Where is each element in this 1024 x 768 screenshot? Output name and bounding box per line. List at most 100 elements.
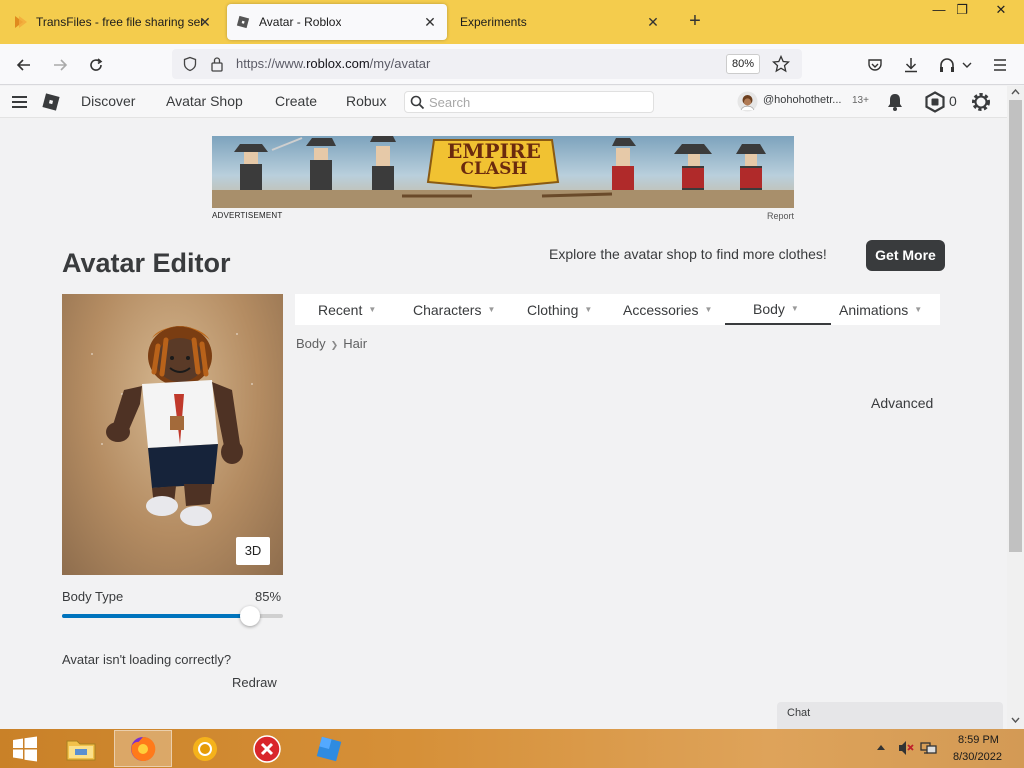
loading-help-text: Avatar isn't loading correctly? [62,652,232,667]
chevron-down-icon: ▼ [487,305,496,314]
chevron-down-icon: ▼ [584,305,593,314]
body-type-slider[interactable] [62,606,283,626]
extension-icon[interactable] [934,52,960,78]
tab-body[interactable]: Body ▼ [725,294,831,325]
firefox-icon[interactable] [114,730,172,767]
breadcrumb-body[interactable]: Body [296,336,326,351]
body-type-slider-fill [62,614,250,618]
window-close-icon[interactable]: ✕ [986,0,1016,22]
roblox-favicon-icon [236,15,250,29]
scroll-up-arrow-icon[interactable] [1011,89,1020,95]
avatar-thumbnail[interactable] [737,91,758,112]
bookmark-star-icon[interactable] [772,55,790,73]
chevron-down-icon[interactable] [958,52,976,78]
tray-expand-arrow-icon[interactable] [876,744,886,751]
tab-title: Avatar - Roblox [259,15,342,29]
url-text[interactable]: https://www.roblox.com/my/avatar [236,56,430,71]
tab-animations[interactable]: Animations ▼ [839,294,922,325]
side-menu-icon[interactable] [11,95,28,109]
avatar-figure [91,326,253,526]
chrome-canary-icon[interactable] [176,730,234,767]
robux-icon[interactable] [924,91,946,113]
nav-avatar-shop[interactable]: Avatar Shop [166,93,243,109]
tab-accessories[interactable]: Accessories ▼ [623,294,712,325]
tab-label: Accessories [623,301,699,318]
search-input[interactable] [429,94,649,110]
download-icon[interactable] [898,52,924,78]
tab-close-icon[interactable]: ✕ [421,13,439,31]
shield-icon[interactable] [182,56,198,72]
chat-label: Chat [787,707,811,719]
notification-bell-icon[interactable] [886,92,904,112]
tab-close-icon[interactable]: ✕ [644,13,662,31]
tab-title: Experiments [460,15,527,29]
ad-report-link[interactable]: Report [767,211,794,221]
advertisement-banner[interactable]: EMPIRE CLASH [212,136,794,208]
chat-widget[interactable]: Chat [777,702,1003,729]
tab-clothing[interactable]: Clothing ▼ [527,294,592,325]
scroll-down-arrow-icon[interactable] [1011,717,1020,723]
scroll-thumb[interactable] [1009,100,1022,552]
error-app-icon[interactable] [238,730,296,767]
browser-tab-bar: TransFiles - free file sharing serv ✕ Av… [0,0,1024,44]
windows-start-icon[interactable] [0,730,50,767]
zoom-level-badge[interactable]: 80% [726,54,760,74]
advanced-link[interactable]: Advanced [871,395,933,411]
url-host: roblox.com [306,56,370,71]
tab-transfiles[interactable]: TransFiles - free file sharing serv ✕ [4,4,222,40]
search-icon [410,95,425,110]
breadcrumb-hair: Hair [343,336,368,351]
back-arrow-icon[interactable] [11,52,37,78]
tab-characters[interactable]: Characters ▼ [413,294,495,325]
body-type-slider-thumb[interactable] [239,606,260,626]
url-prefix: https://www. [236,56,307,71]
roblox-studio-icon[interactable] [300,730,358,767]
tab-label: Animations [839,301,909,318]
nav-create[interactable]: Create [275,93,317,109]
page-title: Avatar Editor [62,248,231,278]
settings-gear-icon[interactable] [970,91,992,113]
ad-logo-line1: EMPIRE [447,139,541,163]
chevron-right-icon: ❯ [330,340,339,350]
username[interactable]: @hohohothetr... [763,94,841,106]
network-icon[interactable] [920,740,938,756]
roblox-header: Discover Avatar Shop Create Robux @hohoh… [0,86,1007,118]
nav-discover[interactable]: Discover [81,93,135,109]
volume-muted-icon[interactable] [897,740,915,756]
forward-arrow-icon[interactable] [47,52,73,78]
advertisement-label: ADVERTISEMENT [212,211,283,220]
tab-close-icon[interactable]: ✕ [196,13,214,31]
chevron-down-icon: ▼ [790,304,799,313]
hamburger-menu-icon[interactable] [987,52,1013,78]
redraw-link[interactable]: Redraw [232,675,277,690]
chevron-down-icon: ▼ [368,305,377,314]
clock-date[interactable]: 8/30/2022 [953,751,1002,763]
roblox-logo-icon[interactable] [41,92,61,112]
breadcrumb: Body ❯ Hair [296,336,367,351]
url-bar[interactable]: https://www.roblox.com/my/avatar 80% [172,49,802,79]
lock-icon[interactable] [210,56,224,72]
clock-time[interactable]: 8:59 PM [958,734,999,746]
reload-icon[interactable] [83,52,109,78]
new-tab-plus-icon[interactable]: + [684,10,706,32]
tab-label: Recent [318,301,363,318]
tab-recent[interactable]: Recent ▼ [318,294,376,325]
file-explorer-icon[interactable] [52,730,110,767]
tab-avatar-roblox[interactable]: Avatar - Roblox ✕ [227,4,447,40]
age-badge: 13+ [852,95,869,106]
transfiles-favicon-icon [15,16,27,28]
view-3d-toggle-button[interactable]: 3D [236,537,270,565]
avatar-preview[interactable] [62,294,283,575]
tab-experiments[interactable]: Experiments ✕ [452,4,670,40]
get-more-button[interactable]: Get More [866,240,945,271]
nav-robux[interactable]: Robux [346,93,386,109]
url-path: /my/avatar [369,56,431,71]
robux-count[interactable]: 0 [949,93,957,109]
tab-title: TransFiles - free file sharing serv [36,15,204,29]
chevron-down-icon: ▼ [914,305,923,314]
pocket-icon[interactable] [862,52,888,78]
windows-taskbar: 8:59 PM 8/30/2022 [0,729,1024,768]
window-restore-icon[interactable]: ❐ [947,0,977,22]
category-tabs: Recent ▼ Characters ▼ Clothing ▼ Accessorie… [295,294,940,325]
tab-label: Characters [413,301,482,318]
